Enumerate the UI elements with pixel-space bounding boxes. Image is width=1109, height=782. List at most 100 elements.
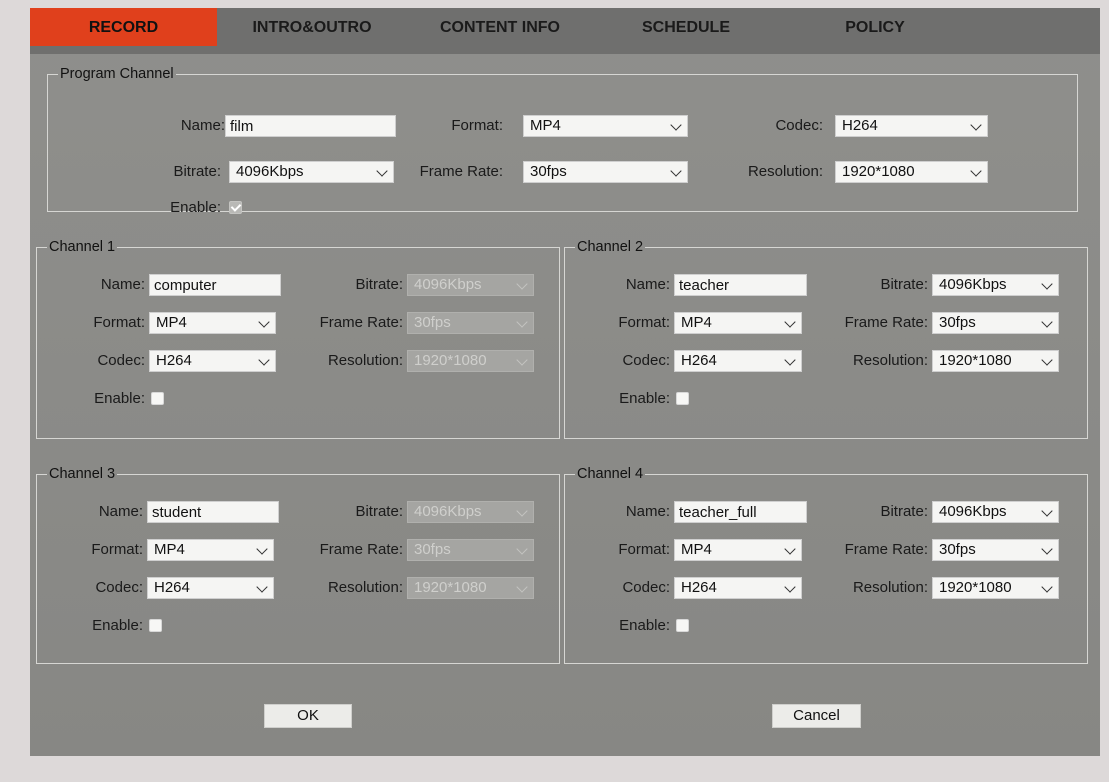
channel-row: Format: MP4 Frame Rate: 30fps: [37, 539, 559, 561]
program-codec-select[interactable]: H264: [835, 115, 988, 137]
resolution-label: Resolution:: [327, 579, 403, 596]
channel-3-group: Channel 3 Name: student Bitrate: 4096Kbp…: [36, 466, 560, 664]
chevron-down-icon: [516, 354, 528, 366]
channel-1-format-select[interactable]: MP4: [149, 312, 276, 334]
chevron-down-icon: [258, 316, 270, 328]
program-enable-checkbox[interactable]: [229, 201, 242, 214]
channel-2-frame-rate-select[interactable]: 30fps: [932, 312, 1059, 334]
channel-4-resolution-select[interactable]: 1920*1080: [932, 577, 1059, 599]
format-label: Format:: [91, 541, 143, 558]
program-name-input[interactable]: film: [225, 115, 396, 137]
frame-rate-label: Frame Rate:: [419, 163, 503, 180]
bitrate-label: Bitrate:: [173, 163, 221, 180]
name-label: Name:: [98, 503, 143, 520]
tab-record[interactable]: RECORD: [30, 8, 217, 46]
channel-legend: Channel 2: [577, 239, 644, 255]
frame-rate-label: Frame Rate:: [844, 314, 928, 331]
channel-1-frame-rate-select[interactable]: 30fps: [407, 312, 534, 334]
channel-3-bitrate-select[interactable]: 4096Kbps: [407, 501, 534, 523]
chevron-down-icon: [256, 543, 268, 555]
bitrate-label: Bitrate:: [355, 503, 403, 520]
channel-2-codec-select[interactable]: H264: [674, 350, 802, 372]
channel-2-name-input[interactable]: teacher: [674, 274, 807, 296]
tab-policy[interactable]: POLICY: [786, 8, 964, 46]
enable-label: Enable:: [619, 390, 670, 407]
channel-2-enable-checkbox[interactable]: [676, 392, 689, 405]
chevron-down-icon: [1041, 505, 1053, 517]
chevron-down-icon: [516, 505, 528, 517]
tab-bar: RECORD INTRO&OUTRO CONTENT INFO SCHEDULE…: [30, 8, 1100, 54]
channel-legend: Channel 3: [49, 466, 116, 482]
tab-schedule[interactable]: SCHEDULE: [596, 8, 776, 46]
program-frame-rate-select[interactable]: 30fps: [523, 161, 688, 183]
channel-row: Codec: H264 Resolution: 1920*1080: [37, 350, 559, 372]
channel-row: Codec: H264 Resolution: 1920*1080: [565, 577, 1087, 599]
channel-4-format-select[interactable]: MP4: [674, 539, 802, 561]
chevron-down-icon: [1041, 581, 1053, 593]
program-format-select[interactable]: MP4: [523, 115, 688, 137]
channel-4-codec-select[interactable]: H264: [674, 577, 802, 599]
channel-row: Enable:: [565, 615, 865, 637]
chevron-down-icon: [376, 165, 388, 177]
chevron-down-icon: [256, 581, 268, 593]
channel-2-resolution-select[interactable]: 1920*1080: [932, 350, 1059, 372]
channel-4-frame-rate-select[interactable]: 30fps: [932, 539, 1059, 561]
codec-label: Codec:: [775, 117, 823, 134]
channel-3-name-input[interactable]: student: [147, 501, 279, 523]
enable-label: Enable:: [92, 617, 143, 634]
format-label: Format:: [93, 314, 145, 331]
channel-4-enable-checkbox[interactable]: [676, 619, 689, 632]
channel-1-enable-checkbox[interactable]: [151, 392, 164, 405]
channel-row: Name: computer Bitrate: 4096Kbps: [37, 274, 559, 296]
chevron-down-icon: [670, 165, 682, 177]
frame-rate-label: Frame Rate:: [319, 541, 403, 558]
codec-label: Codec:: [622, 579, 670, 596]
channel-row: Enable:: [37, 615, 337, 637]
channel-2-bitrate-select[interactable]: 4096Kbps: [932, 274, 1059, 296]
record-settings-panel: RECORD INTRO&OUTRO CONTENT INFO SCHEDULE…: [30, 8, 1100, 756]
channel-4-name-input[interactable]: teacher_full: [674, 501, 807, 523]
channel-1-codec-select[interactable]: H264: [149, 350, 276, 372]
channel-3-resolution-select[interactable]: 1920*1080: [407, 577, 534, 599]
chevron-down-icon: [1041, 278, 1053, 290]
frame-rate-label: Frame Rate:: [319, 314, 403, 331]
codec-label: Codec:: [97, 352, 145, 369]
channel-3-frame-rate-select[interactable]: 30fps: [407, 539, 534, 561]
channel-4-bitrate-select[interactable]: 4096Kbps: [932, 501, 1059, 523]
channel-row: Enable:: [37, 388, 337, 410]
channel-3-format-select[interactable]: MP4: [147, 539, 274, 561]
channel-legend: Channel 4: [577, 466, 644, 482]
channel-row: Name: teacher Bitrate: 4096Kbps: [565, 274, 1087, 296]
channel-3-enable-checkbox[interactable]: [149, 619, 162, 632]
chevron-down-icon: [1041, 354, 1053, 366]
channel-3-codec-select[interactable]: H264: [147, 577, 274, 599]
channel-2-format-select[interactable]: MP4: [674, 312, 802, 334]
ok-button[interactable]: OK: [264, 704, 352, 728]
cancel-button[interactable]: Cancel: [772, 704, 861, 728]
channel-1-bitrate-select[interactable]: 4096Kbps: [407, 274, 534, 296]
channel-row: Format: MP4 Frame Rate: 30fps: [565, 539, 1087, 561]
chevron-down-icon: [516, 278, 528, 290]
chevron-down-icon: [784, 543, 796, 555]
tab-content-info[interactable]: CONTENT INFO: [410, 8, 590, 46]
program-channel-group: Program Channel Name: film Format: MP4 C…: [47, 66, 1078, 216]
tab-intro-outro[interactable]: INTRO&OUTRO: [222, 8, 402, 46]
channel-1-name-input[interactable]: computer: [149, 274, 281, 296]
enable-label: Enable:: [94, 390, 145, 407]
resolution-label: Resolution:: [852, 352, 928, 369]
chevron-down-icon: [784, 354, 796, 366]
resolution-label: Resolution:: [852, 579, 928, 596]
channel-1-resolution-select[interactable]: 1920*1080: [407, 350, 534, 372]
channel-row: Name: student Bitrate: 4096Kbps: [37, 501, 559, 523]
chevron-down-icon: [970, 165, 982, 177]
format-label: Format:: [451, 117, 503, 134]
chevron-down-icon: [258, 354, 270, 366]
channel-2-group: Channel 2 Name: teacher Bitrate: 4096Kbp…: [564, 239, 1088, 439]
program-resolution-select[interactable]: 1920*1080: [835, 161, 988, 183]
program-bitrate-select[interactable]: 4096Kbps: [229, 161, 394, 183]
chevron-down-icon: [784, 316, 796, 328]
channel-row: Format: MP4 Frame Rate: 30fps: [37, 312, 559, 334]
format-label: Format:: [618, 314, 670, 331]
channel-row: Name: teacher_full Bitrate: 4096Kbps: [565, 501, 1087, 523]
channel-row: Enable:: [565, 388, 865, 410]
